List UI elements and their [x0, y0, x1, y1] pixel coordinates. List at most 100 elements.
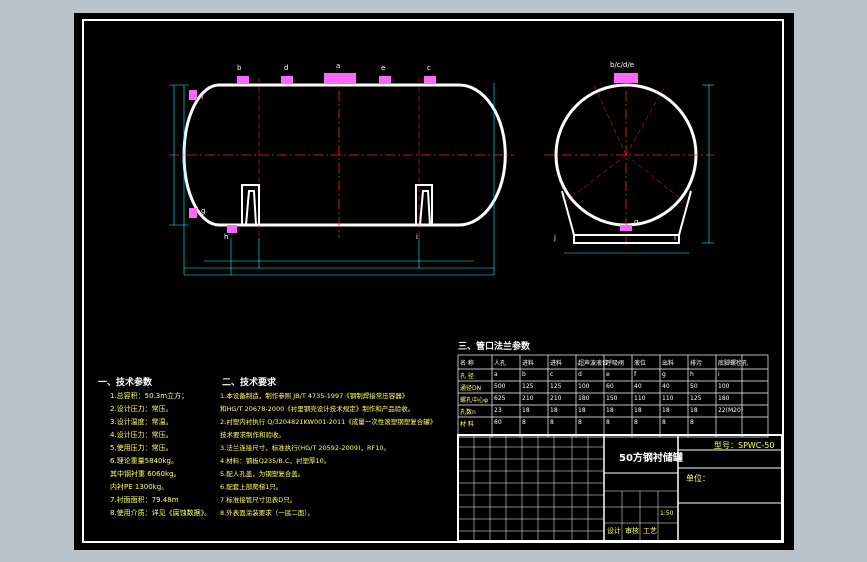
nozzle-table-cell: 18 — [578, 407, 586, 414]
tech-param-line: 内衬PE 1300kg。 — [110, 483, 169, 491]
side-dimensions — [169, 83, 495, 276]
nozzle-table-cell: 210 — [522, 395, 534, 402]
drawing-scale: 1:50 — [660, 510, 674, 517]
tech-param-line: 3.设计温度：常温。 — [110, 418, 173, 426]
nozzle-table-cell: 8 — [550, 419, 554, 426]
end-angle-line-1 — [593, 84, 627, 156]
nozzle-table-cell: 40 — [662, 383, 670, 390]
drawing-model: 型号：SPWC-50 — [714, 441, 775, 450]
tech-req-line: 4.材料：钢板Q235/B.C，衬塑厚10。 — [220, 457, 331, 465]
nozzle-table-cell: 100 — [578, 383, 590, 390]
nozzle-table-cell: 通径DN — [460, 385, 482, 392]
nozzle-table-cell: 18 — [634, 407, 642, 414]
nozzle-table-cell: 100 — [718, 383, 730, 390]
nozzle-table-cell: 8 — [578, 419, 582, 426]
nozzle-f — [189, 90, 197, 100]
label-g: g — [201, 207, 206, 215]
nozzle-table-cell: 18 — [606, 407, 614, 414]
nozzle-table-cell: e — [606, 371, 610, 378]
nozzle-table-cell: 18 — [522, 407, 530, 414]
tech-req-line: 5.配人孔盖，为钢塑复合盖。 — [220, 470, 305, 478]
nozzle-table-cell: 40 — [634, 383, 642, 390]
nozzle-table-cell: 125 — [522, 383, 534, 390]
nozzle-table-cell: 23 — [494, 407, 502, 414]
nozzle-table-cell: 60 — [494, 419, 502, 426]
drawing-unit: 单位： — [686, 474, 710, 483]
tech-param-line: 7.衬面面积：79.48m — [110, 496, 179, 504]
nozzle-table-header: 液位 — [634, 360, 647, 367]
nozzle-table-cell: c — [550, 371, 554, 378]
tech-param-line: 其中钢衬重 6060kg。 — [110, 470, 181, 478]
tank-side-view — [169, 73, 514, 276]
nozzle-table-heading: 三、管口法兰参数 — [458, 342, 531, 352]
nozzle-table-cell: 孔数n — [460, 409, 476, 416]
tech-req-line: 6.配套上部爬梯1只。 — [220, 483, 283, 491]
nozzle-table-header: 排污 — [690, 360, 703, 367]
nozzle-table-cell: 110 — [634, 395, 646, 402]
tech-param-line: 6.理论重量5840kg。 — [110, 457, 178, 465]
title-row-process: 工艺 — [643, 527, 657, 535]
nozzle-table-cell: b — [522, 371, 526, 378]
nozzle-table-header: 进料 — [522, 360, 535, 367]
nozzle-table-header: 名 称 — [460, 360, 474, 367]
label-c: c — [427, 64, 431, 72]
nozzle-table-cell: 500 — [494, 383, 506, 390]
nozzle-table-cell: 螺孔中心φ — [460, 397, 488, 404]
nozzle-table-cell: 18 — [690, 407, 698, 414]
tech-param-line: 8.使用介质：详见《腐蚀数据》。 — [110, 509, 212, 517]
nozzle-table-header: 呼吸阀 — [606, 360, 625, 367]
end-nozzle-cluster — [614, 73, 638, 83]
tech-param-line: 2.设计压力：常压。 — [110, 405, 173, 413]
nozzle-table-cell: 125 — [690, 395, 702, 402]
left-saddle — [241, 184, 260, 226]
tech-req-line: 1.本设备制造，制作参照 JB/T 4735-1997《钢制焊接常压容器》 — [220, 392, 409, 400]
manhole-a — [324, 73, 356, 84]
nozzle-table-cell: g — [662, 371, 666, 378]
tech-req-line: 和HG/T 20678-2000《衬里钢壳设计技术规定》制作和产品验收。 — [220, 405, 415, 413]
nozzle-g — [189, 208, 197, 218]
label-a: a — [336, 62, 341, 70]
nozzle-table-cell: 125 — [550, 383, 562, 390]
nozzle-table-header: 人孔 — [494, 360, 507, 367]
nozzle-table-cell: 8 — [690, 419, 694, 426]
end-angle-line-2 — [625, 87, 665, 156]
tank-end-view — [544, 73, 714, 254]
nozzle-table-cell: a — [494, 371, 498, 378]
tech-req-line: 3.法兰连接尺寸，标准执行(HG/T 20592-2009)，RF10。 — [220, 444, 391, 452]
right-saddle — [415, 184, 433, 226]
nozzle-table-cell: 孔 径 — [460, 373, 474, 380]
end-nozzle-bottom — [620, 225, 632, 231]
nozzle-table-cell: 8 — [662, 419, 666, 426]
nozzle-table-cell: 8 — [522, 419, 526, 426]
tech-req-line: 2.衬塑内衬执行 Q/3204821KW001-2011《成量一次性滚塑钢塑复合… — [220, 418, 437, 426]
tech-reqs-heading: 二、技术要求 — [222, 378, 277, 388]
tech-req-line: 7.标准接管尺寸见表D只。 — [220, 496, 297, 504]
tech-req-line: 8.外表面涂装要求（一底二面）。 — [220, 509, 314, 517]
tech-req-line: 技术要求制作和验收。 — [220, 431, 285, 439]
label-d: d — [284, 64, 289, 72]
end-dimensions — [564, 84, 714, 254]
nozzle-table-header: 进料 — [550, 360, 563, 367]
label-i: i — [416, 233, 418, 241]
nozzle-table-cell: 50 — [690, 383, 698, 390]
nozzle-d — [281, 76, 293, 84]
nozzle-table-cell: 210 — [550, 395, 562, 402]
drawing-name: 50方钢衬储罐 — [619, 453, 683, 464]
title-row-design: 设计 — [607, 527, 621, 535]
label-e: e — [381, 64, 386, 72]
nozzle-e — [379, 76, 391, 84]
nozzle-table-header: 出料 — [662, 360, 675, 367]
nozzle-table-cell: 110 — [662, 395, 674, 402]
label-f: f — [201, 93, 204, 101]
nozzle-table-cell: 18 — [662, 407, 670, 414]
nozzle-h — [227, 225, 237, 233]
nozzle-c — [424, 76, 436, 84]
nozzle-table-cell: 22(M20) — [718, 407, 744, 414]
title-row-review: 审核 — [625, 527, 639, 535]
end-label-g: g — [634, 218, 639, 226]
tech-params-heading: 一、技术参数 — [98, 378, 153, 388]
nozzle-table-cell: 18 — [550, 407, 558, 414]
nozzle-table-cell: i — [718, 371, 720, 378]
end-label-bcde: b/c/d/e — [610, 61, 635, 69]
tank-drawing — [169, 73, 783, 542]
